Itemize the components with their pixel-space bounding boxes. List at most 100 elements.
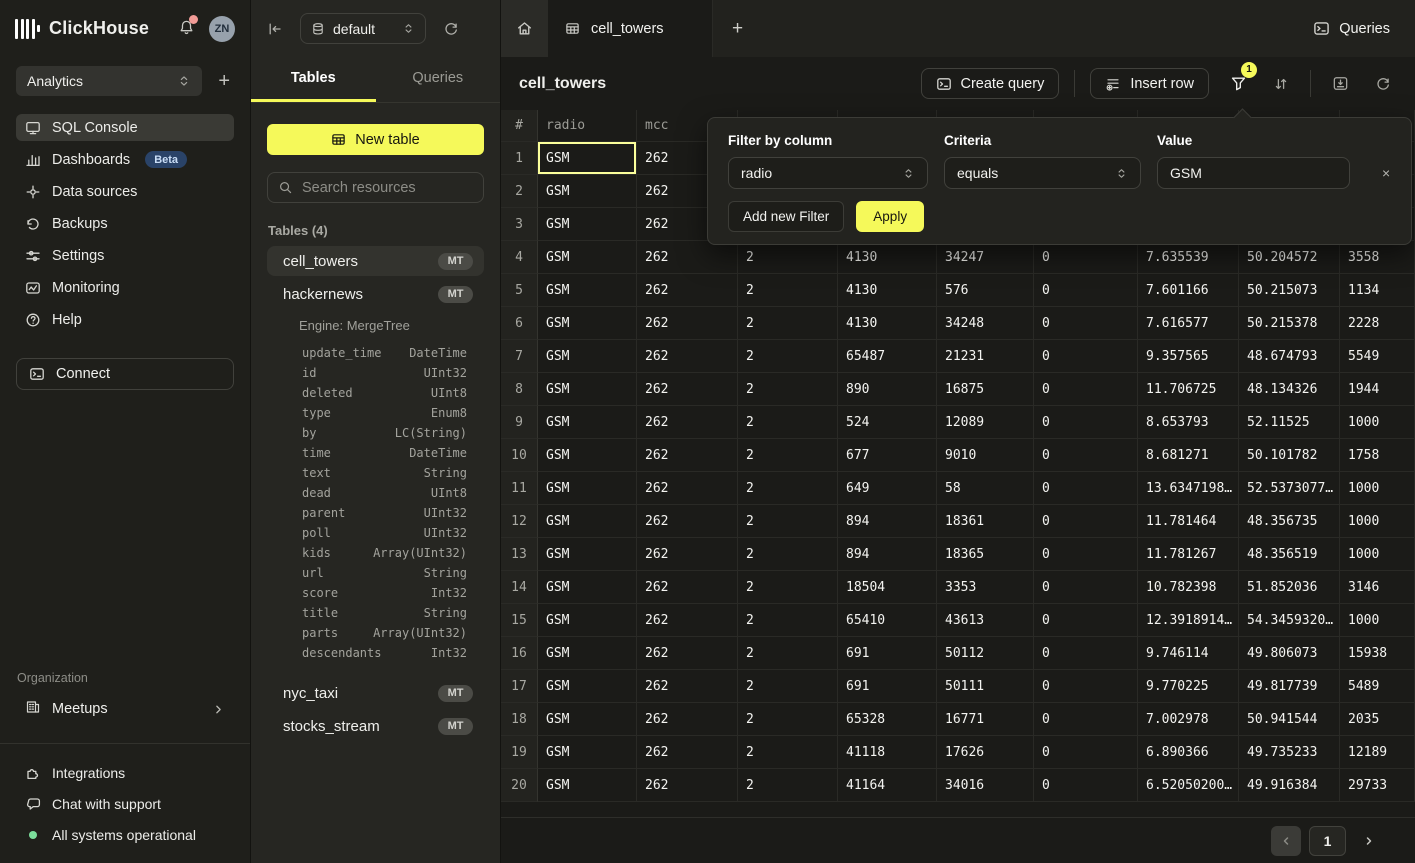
cell-lat[interactable]: 50.215378 [1239, 307, 1340, 340]
filter-button[interactable]: 1 [1224, 70, 1252, 98]
previous-page-button[interactable] [1271, 826, 1301, 856]
tab-cell-towers[interactable]: cell_towers [548, 0, 713, 57]
cell-lat[interactable]: 48.356735 [1239, 505, 1340, 538]
cell-range[interactable]: 12189 [1340, 736, 1415, 769]
cell-range[interactable]: 2228 [1340, 307, 1415, 340]
cell-area[interactable]: 65410 [838, 604, 937, 637]
cell-area[interactable]: 894 [838, 505, 937, 538]
cell-cell[interactable]: 12089 [937, 406, 1034, 439]
cell-radio[interactable]: GSM [538, 439, 637, 472]
cell-lat[interactable]: 50.941544 [1239, 703, 1340, 736]
cell-area[interactable]: 894 [838, 538, 937, 571]
workspace-selector[interactable]: Analytics [16, 66, 202, 96]
cell-range[interactable]: 3146 [1340, 571, 1415, 604]
cell-unit[interactable]: 0 [1034, 472, 1138, 505]
home-button[interactable] [501, 0, 548, 57]
cell-cell[interactable]: 34247 [937, 241, 1034, 274]
cell-cell[interactable]: 58 [937, 472, 1034, 505]
cell-lat[interactable]: 54.3459320… [1239, 604, 1340, 637]
cell-unit[interactable]: 0 [1034, 406, 1138, 439]
cell-unit[interactable]: 0 [1034, 439, 1138, 472]
cell-mcc[interactable]: 262 [637, 637, 738, 670]
cell-cell[interactable]: 34248 [937, 307, 1034, 340]
cell-net[interactable]: 2 [738, 472, 838, 505]
cell-cell[interactable]: 18361 [937, 505, 1034, 538]
cell-radio[interactable]: GSM [538, 175, 637, 208]
cell-range[interactable]: 2035 [1340, 703, 1415, 736]
cell-radio[interactable]: GSM [538, 406, 637, 439]
cell-radio[interactable]: GSM [538, 208, 637, 241]
tab-tables[interactable]: Tables [251, 57, 376, 102]
cell-lat[interactable]: 51.852036 [1239, 571, 1340, 604]
cell-range[interactable]: 1758 [1340, 439, 1415, 472]
cell-lat[interactable]: 49.735233 [1239, 736, 1340, 769]
cell-area[interactable]: 41164 [838, 769, 937, 802]
table-item-hackernews[interactable]: hackernewsMT [267, 279, 484, 309]
column-header-radio[interactable]: radio [538, 110, 637, 142]
cell-area[interactable]: 4130 [838, 241, 937, 274]
search-input[interactable]: Search resources [267, 172, 484, 203]
cell-net[interactable]: 2 [738, 538, 838, 571]
cell-radio[interactable]: GSM [538, 637, 637, 670]
cell-lon[interactable]: 8.681271 [1138, 439, 1239, 472]
new-tab-button[interactable]: + [713, 0, 762, 57]
cell-net[interactable]: 2 [738, 340, 838, 373]
cell-range[interactable]: 1000 [1340, 406, 1415, 439]
cell-cell[interactable]: 50112 [937, 637, 1034, 670]
cell-lat[interactable]: 52.5373077… [1239, 472, 1340, 505]
sidebar-item-backups[interactable]: Backups [16, 210, 234, 237]
cell-unit[interactable]: 0 [1034, 373, 1138, 406]
cell-area[interactable]: 524 [838, 406, 937, 439]
cell-lat[interactable]: 48.134326 [1239, 373, 1340, 406]
cell-radio[interactable]: GSM [538, 571, 637, 604]
cell-area[interactable]: 18504 [838, 571, 937, 604]
sidebar-item-settings[interactable]: Settings [16, 242, 234, 269]
cell-radio[interactable]: GSM [538, 538, 637, 571]
cell-mcc[interactable]: 262 [637, 736, 738, 769]
cell-unit[interactable]: 0 [1034, 241, 1138, 274]
avatar[interactable]: ZN [209, 16, 235, 42]
queries-button[interactable]: Queries [1313, 0, 1415, 57]
cell-area[interactable]: 65328 [838, 703, 937, 736]
cell-net[interactable]: 2 [738, 703, 838, 736]
cell-unit[interactable]: 0 [1034, 307, 1138, 340]
cell-area[interactable]: 4130 [838, 274, 937, 307]
cell-unit[interactable]: 0 [1034, 571, 1138, 604]
cell-cell[interactable]: 50111 [937, 670, 1034, 703]
sidebar-item-help[interactable]: Help [16, 306, 234, 333]
cell-cell[interactable]: 16771 [937, 703, 1034, 736]
cell-unit[interactable]: 0 [1034, 604, 1138, 637]
footer-item-chat-with-support[interactable]: Chat with support [25, 796, 225, 812]
cell-area[interactable]: 4130 [838, 307, 937, 340]
download-button[interactable] [1326, 70, 1354, 98]
cell-range[interactable]: 5549 [1340, 340, 1415, 373]
cell-net[interactable]: 2 [738, 505, 838, 538]
cell-unit[interactable]: 0 [1034, 670, 1138, 703]
cell-net[interactable]: 2 [738, 274, 838, 307]
cell-mcc[interactable]: 262 [637, 670, 738, 703]
table-item-cell-towers[interactable]: cell_towersMT [267, 246, 484, 276]
cell-radio[interactable]: GSM [538, 670, 637, 703]
cell-cell[interactable]: 3353 [937, 571, 1034, 604]
cell-net[interactable]: 2 [738, 604, 838, 637]
cell-unit[interactable]: 0 [1034, 505, 1138, 538]
cell-mcc[interactable]: 262 [637, 472, 738, 505]
create-query-button[interactable]: Create query [921, 68, 1060, 99]
cell-unit[interactable]: 0 [1034, 538, 1138, 571]
add-workspace-button[interactable]: + [214, 71, 234, 91]
cell-cell[interactable]: 18365 [937, 538, 1034, 571]
cell-lat[interactable]: 50.101782 [1239, 439, 1340, 472]
cell-mcc[interactable]: 262 [637, 373, 738, 406]
filter-criteria-select[interactable]: equals [944, 157, 1141, 189]
filter-column-select[interactable]: radio [728, 157, 928, 189]
cell-range[interactable]: 3558 [1340, 241, 1415, 274]
insert-row-button[interactable]: Insert row [1090, 68, 1209, 99]
cell-mcc[interactable]: 262 [637, 439, 738, 472]
cell-radio[interactable]: GSM [538, 472, 637, 505]
cell-mcc[interactable]: 262 [637, 571, 738, 604]
cell-lon[interactable]: 8.653793 [1138, 406, 1239, 439]
cell-mcc[interactable]: 262 [637, 406, 738, 439]
cell-radio[interactable]: GSM [538, 604, 637, 637]
cell-lat[interactable]: 50.204572 [1239, 241, 1340, 274]
current-page[interactable]: 1 [1309, 826, 1346, 856]
